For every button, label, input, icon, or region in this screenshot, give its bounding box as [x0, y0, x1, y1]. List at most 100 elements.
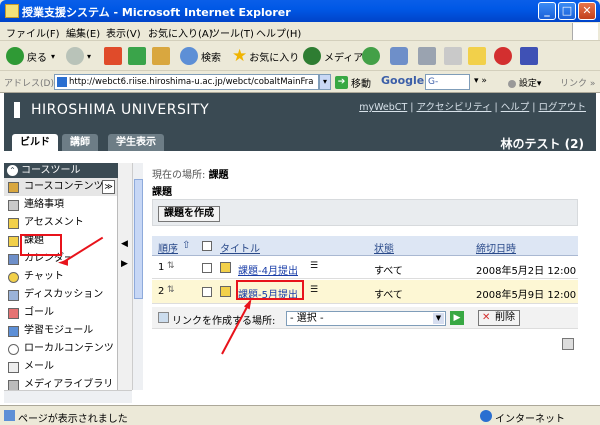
assignment-icon — [8, 236, 19, 247]
site-header: HIROSHIMA UNIVERSITY myWebCT | アクセシビリティ … — [4, 93, 596, 151]
course-tools-header[interactable]: ⌃ コースツール — [4, 163, 118, 178]
stop-button[interactable] — [104, 46, 122, 66]
assignment-link[interactable]: 課題-4月提出 — [238, 262, 298, 277]
location-select[interactable]: - 選択 - ▼ — [286, 311, 446, 326]
sidebar-item-chat[interactable]: チャット — [4, 268, 117, 286]
sidebar-item-assessments[interactable]: アセスメント — [4, 214, 117, 232]
collapse-left-icon[interactable]: ◀ — [121, 239, 128, 249]
sidebar-item-local-content[interactable]: ローカルコンテンツ — [4, 340, 117, 358]
expand-right-icon[interactable]: ▶ — [121, 259, 128, 269]
maximize-button[interactable]: □ — [558, 2, 576, 20]
address-bar: アドレス(D) http://webct6.riise.hiroshima-u.… — [0, 71, 600, 93]
action-bar: 課題を作成 — [152, 199, 578, 226]
university-logo: HIROSHIMA UNIVERSITY — [14, 102, 209, 118]
sidebar-scrollbar[interactable] — [132, 163, 143, 390]
reorder-icon[interactable]: ⇅ — [167, 285, 175, 295]
mail-icon — [8, 362, 19, 373]
windows-logo-icon — [572, 23, 598, 40]
google-options[interactable]: ▾ » — [474, 76, 487, 86]
address-input[interactable]: http://webct6.riise.hiroshima-u.ac.jp/we… — [54, 74, 319, 90]
go-button[interactable]: ➔ 移動 — [335, 75, 371, 90]
course-tools-panel: コースコンテンツ ≫ 連絡事項 アセスメント 課題 カレンダー チャット ディス… — [4, 178, 118, 390]
link-help[interactable]: ヘルプ — [501, 102, 530, 113]
page-options-icon[interactable] — [562, 338, 574, 350]
discuss-button[interactable] — [468, 46, 486, 66]
menu-favorites[interactable]: お気に入り(A) — [148, 25, 213, 40]
link-logout[interactable]: ログアウト — [538, 102, 586, 113]
edit-button[interactable] — [444, 46, 462, 66]
sort-up-icon[interactable]: ⇧ — [182, 240, 190, 251]
mail-icon — [390, 47, 408, 65]
forward-button[interactable]: ▾ — [66, 46, 91, 66]
go-button[interactable]: ▶ — [450, 311, 464, 325]
google-search-input[interactable]: G- — [425, 74, 470, 90]
sidebar-item-goals[interactable]: ゴール — [4, 304, 117, 322]
sidebar-horizontal-scrollbar[interactable] — [4, 390, 132, 403]
mail-button[interactable] — [390, 46, 408, 66]
column-order[interactable]: 順序 — [158, 240, 178, 255]
menu-view[interactable]: 表示(V) — [106, 25, 141, 40]
column-status[interactable]: 状態 — [374, 240, 394, 255]
history-button[interactable] — [362, 46, 380, 66]
row-checkbox[interactable] — [202, 287, 212, 297]
main-panel: 現在の場所: 課題 課題 課題を作成 順序 ⇧ タイトル 状態 締切日時 1 ⇅… — [146, 163, 588, 390]
print-button[interactable] — [418, 46, 436, 66]
settings-button[interactable]: 設定▾ — [508, 76, 541, 89]
expand-dropdown-icon[interactable]: ≫ — [102, 180, 115, 194]
address-label: アドレス(D) — [4, 79, 54, 89]
home-button[interactable] — [152, 46, 170, 66]
favorites-button[interactable]: ★ お気に入り — [232, 46, 299, 66]
link-icon — [158, 312, 169, 323]
address-dropdown[interactable]: ▾ — [319, 74, 331, 90]
app-icon — [5, 4, 19, 18]
menu-tools[interactable]: ツール(T) — [210, 25, 254, 40]
power-icon — [494, 47, 512, 65]
row-checkbox[interactable] — [202, 263, 212, 273]
row-status: すべて — [374, 290, 403, 301]
link-accessibility[interactable]: アクセシビリティ — [417, 102, 492, 113]
links-button[interactable]: リンク » — [560, 76, 595, 89]
messenger-button[interactable] — [494, 46, 512, 66]
print-icon — [418, 47, 436, 65]
tab-instructor[interactable]: 講師 — [62, 134, 98, 151]
minimize-button[interactable]: _ — [538, 2, 556, 20]
goal-icon — [8, 308, 19, 319]
scrollbar-thumb[interactable] — [134, 179, 143, 299]
panel-splitter[interactable]: ◀ ▶ — [118, 163, 132, 390]
menu-help[interactable]: ヘルプ(H) — [256, 25, 301, 40]
tab-build[interactable]: ビルド — [12, 134, 58, 151]
action-menu-icon[interactable]: ☰ — [310, 285, 318, 295]
row-order: 1 — [158, 262, 165, 273]
collapse-icon: ⌃ — [7, 164, 18, 176]
forward-arrow-icon — [66, 47, 84, 65]
select-all-checkbox[interactable] — [202, 241, 212, 251]
sidebar-item-media-library[interactable]: メディアライブラリ — [4, 376, 117, 390]
refresh-button[interactable] — [128, 46, 146, 66]
delete-button[interactable]: ✕ 削除 — [478, 310, 520, 326]
research-button[interactable] — [520, 46, 538, 66]
university-emblem-icon — [14, 102, 20, 118]
sidebar-item-mail[interactable]: メール — [4, 358, 117, 376]
menu-file[interactable]: ファイル(F) — [6, 25, 60, 40]
menu-edit[interactable]: 編集(E) — [66, 25, 100, 40]
media-button[interactable]: メディア — [303, 46, 363, 66]
delete-icon: ✕ — [482, 312, 491, 323]
column-title[interactable]: タイトル — [220, 240, 260, 255]
back-button[interactable]: 戻る ▾ — [6, 46, 55, 66]
column-deadline[interactable]: 締切日時 — [476, 240, 516, 255]
tab-student-view[interactable]: 学生表示 — [108, 134, 164, 151]
row-order: 2 — [158, 286, 165, 297]
action-menu-icon[interactable]: ☰ — [310, 261, 318, 271]
sidebar-item-course-content[interactable]: コースコンテンツ — [4, 178, 117, 196]
create-assignment-button[interactable]: 課題を作成 — [158, 206, 220, 222]
sidebar-item-learning-modules[interactable]: 学習モジュール — [4, 322, 117, 340]
link-mywebct[interactable]: myWebCT — [359, 102, 407, 113]
sidebar-item-discussions[interactable]: ディスカッション — [4, 286, 117, 304]
close-button[interactable]: ✕ — [578, 2, 596, 20]
research-icon — [520, 47, 538, 65]
reorder-icon[interactable]: ⇅ — [167, 261, 175, 271]
page-icon — [57, 77, 67, 87]
search-button[interactable]: 検索 — [180, 46, 221, 66]
sidebar-item-announcements[interactable]: 連絡事項 — [4, 196, 117, 214]
internet-zone-icon — [480, 410, 492, 422]
